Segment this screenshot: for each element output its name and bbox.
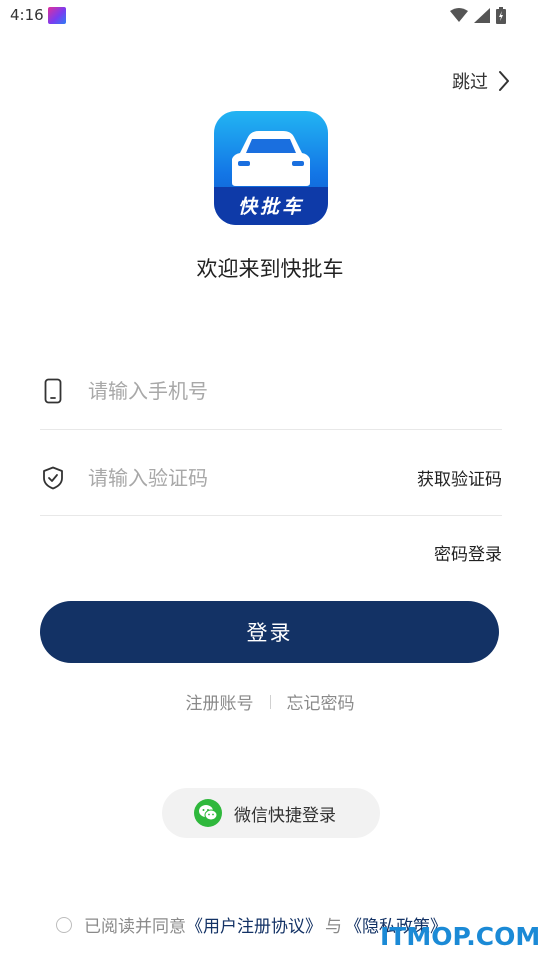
wechat-icon bbox=[194, 799, 222, 827]
login-button[interactable]: 登录 bbox=[40, 601, 499, 663]
agreement-prefix: 已阅读并同意 bbox=[84, 917, 186, 937]
phone-field bbox=[40, 352, 502, 430]
password-login-link[interactable]: 密码登录 bbox=[434, 540, 502, 565]
watermark: ITMOP.COM bbox=[380, 922, 540, 951]
status-bar: 4:16 bbox=[0, 0, 540, 32]
forgot-password-link[interactable]: 忘记密码 bbox=[287, 689, 355, 714]
welcome-title: 欢迎来到快批车 bbox=[196, 257, 344, 281]
logo-text: 快批车 bbox=[237, 196, 304, 218]
wechat-login-label: 微信快捷登录 bbox=[234, 805, 336, 826]
verification-code-field: 获取验证码 bbox=[40, 440, 502, 516]
status-icons bbox=[450, 7, 506, 24]
agreement-checkbox[interactable] bbox=[56, 916, 72, 933]
account-links: 注册账号 忘记密码 bbox=[0, 689, 540, 714]
wechat-login-button[interactable]: 微信快捷登录 bbox=[162, 788, 380, 838]
links-divider bbox=[269, 694, 271, 709]
app-logo: 快批车 bbox=[214, 111, 328, 225]
status-time: 4:16 bbox=[10, 6, 44, 24]
get-code-button[interactable]: 获取验证码 bbox=[417, 465, 502, 490]
agreement-and: 与 bbox=[325, 917, 342, 937]
skip-label: 跳过 bbox=[452, 72, 488, 93]
chevron-right-icon bbox=[499, 71, 509, 91]
wifi-icon bbox=[450, 8, 468, 22]
battery-icon bbox=[496, 7, 506, 24]
phone-icon bbox=[41, 377, 65, 405]
app-notification-icon bbox=[48, 7, 66, 24]
phone-input[interactable] bbox=[88, 378, 388, 403]
register-link[interactable]: 注册账号 bbox=[186, 689, 254, 714]
user-agreement-link[interactable]: 《用户注册协议》 bbox=[186, 912, 322, 937]
verification-code-input[interactable] bbox=[88, 465, 388, 490]
skip-button[interactable]: 跳过 bbox=[452, 68, 510, 94]
signal-icon bbox=[474, 8, 490, 23]
shield-check-icon bbox=[41, 464, 65, 492]
